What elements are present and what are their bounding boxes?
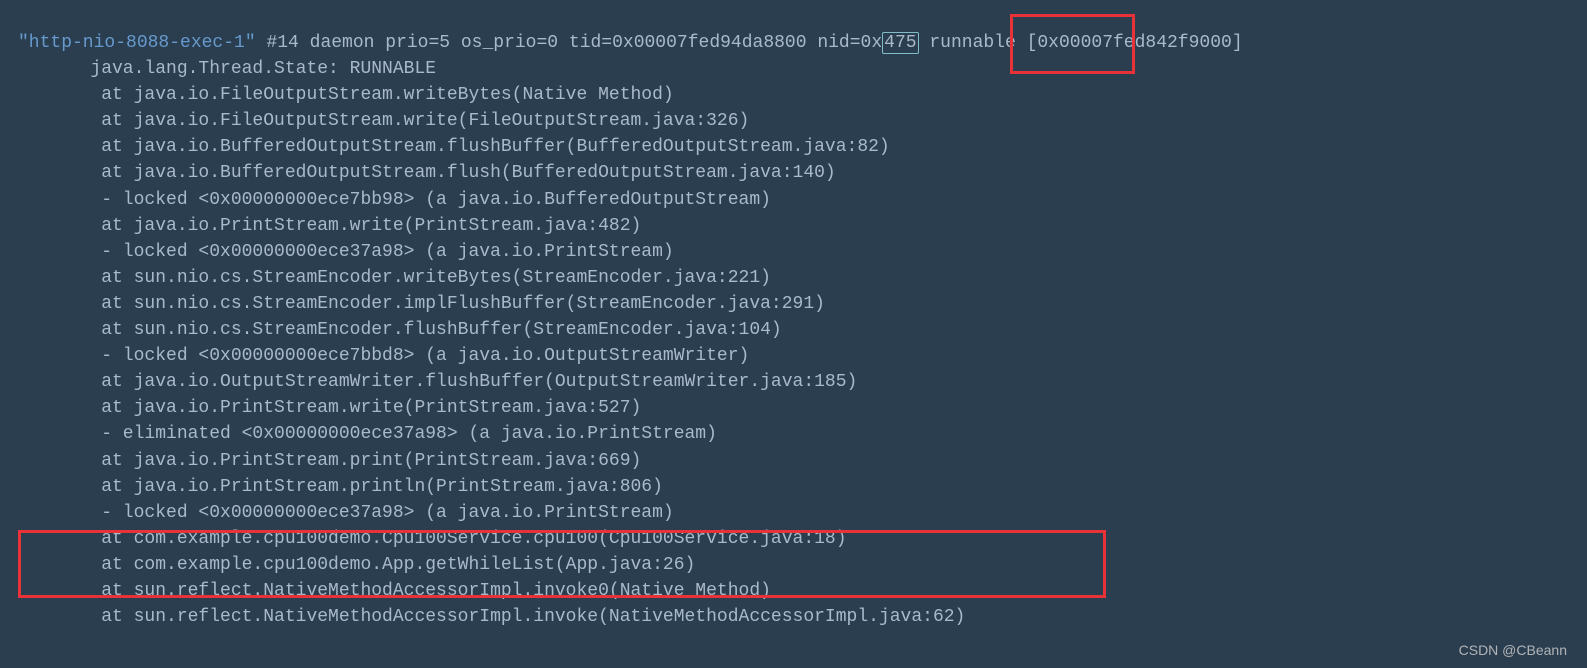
nid-highlight: 475 (882, 32, 918, 54)
stack-line: - locked <0x00000000ece37a98> (a java.io… (18, 239, 1587, 265)
stack-line: at java.io.BufferedOutputStream.flush(Bu… (18, 160, 1587, 186)
stack-line: - locked <0x00000000ece7bb98> (a java.io… (18, 187, 1587, 213)
stack-line: at java.io.PrintStream.write(PrintStream… (18, 213, 1587, 239)
stack-line: at java.io.OutputStreamWriter.flushBuffe… (18, 369, 1587, 395)
stack-line: at sun.reflect.NativeMethodAccessorImpl.… (18, 604, 1587, 630)
stack-line: at com.example.cpu100demo.App.getWhileLi… (18, 552, 1587, 578)
stack-line: at sun.nio.cs.StreamEncoder.writeBytes(S… (18, 265, 1587, 291)
stack-line: at sun.nio.cs.StreamEncoder.implFlushBuf… (18, 291, 1587, 317)
watermark-text: CSDN @CBeann (1459, 640, 1567, 660)
thread-header-mid: #14 daemon prio=5 os_prio=0 tid=0x00007f… (256, 33, 883, 53)
thread-header-line: "http-nio-8088-exec-1" #14 daemon prio=5… (18, 30, 1587, 56)
stack-line: at java.io.FileOutputStream.writeBytes(N… (18, 82, 1587, 108)
stack-line: java.lang.Thread.State: RUNNABLE (18, 56, 1587, 82)
stack-line: at sun.nio.cs.StreamEncoder.flushBuffer(… (18, 317, 1587, 343)
stack-line: - eliminated <0x00000000ece37a98> (a jav… (18, 421, 1587, 447)
thread-name-string: "http-nio-8088-exec-1" (18, 33, 256, 53)
stack-line: - locked <0x00000000ece7bbd8> (a java.io… (18, 343, 1587, 369)
thread-header-suffix: runnable [0x00007fed842f9000] (919, 33, 1243, 53)
stack-line: at java.io.PrintStream.print(PrintStream… (18, 448, 1587, 474)
stack-line: at java.io.PrintStream.write(PrintStream… (18, 395, 1587, 421)
stack-line: at java.io.FileOutputStream.write(FileOu… (18, 108, 1587, 134)
stack-line: at com.example.cpu100demo.Cpu100Service.… (18, 526, 1587, 552)
stack-line: at sun.reflect.NativeMethodAccessorImpl.… (18, 578, 1587, 604)
stack-line: - locked <0x00000000ece37a98> (a java.io… (18, 500, 1587, 526)
stack-line: at java.io.BufferedOutputStream.flushBuf… (18, 134, 1587, 160)
stack-line: at java.io.PrintStream.println(PrintStre… (18, 474, 1587, 500)
